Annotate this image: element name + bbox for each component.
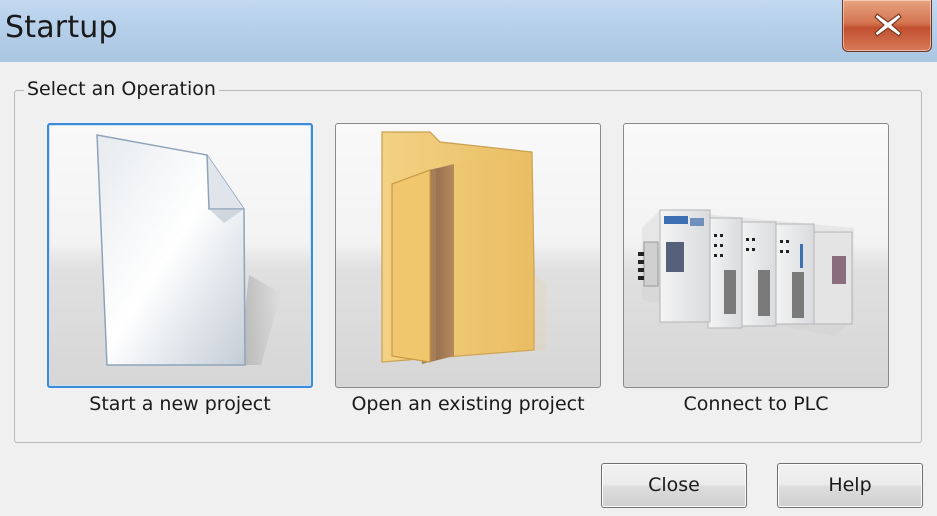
title-bar[interactable]: Startup bbox=[0, 0, 937, 62]
open-folder-icon bbox=[381, 131, 546, 364]
open-existing-project-tile[interactable] bbox=[335, 123, 601, 388]
close-x-icon bbox=[874, 13, 902, 37]
dialog-content: Select an Operation Start a new project … bbox=[0, 62, 937, 516]
window-close-button[interactable] bbox=[842, 0, 932, 52]
start-new-project-tile[interactable] bbox=[47, 123, 313, 388]
groupbox-legend: Select an Operation bbox=[24, 78, 219, 100]
new-document-icon bbox=[96, 134, 281, 366]
close-button[interactable]: Close bbox=[601, 463, 747, 508]
connect-to-plc-label: Connect to PLC bbox=[683, 393, 829, 415]
help-button[interactable]: Help bbox=[777, 463, 923, 508]
window-title: Startup bbox=[5, 10, 118, 45]
start-new-project-label: Start a new project bbox=[89, 393, 271, 415]
open-existing-project-label: Open an existing project bbox=[351, 393, 585, 415]
startup-dialog: Startup Select an Operation Start a new … bbox=[0, 0, 937, 516]
plc-hardware-icon bbox=[638, 209, 854, 336]
connect-to-plc-tile[interactable] bbox=[623, 123, 889, 388]
